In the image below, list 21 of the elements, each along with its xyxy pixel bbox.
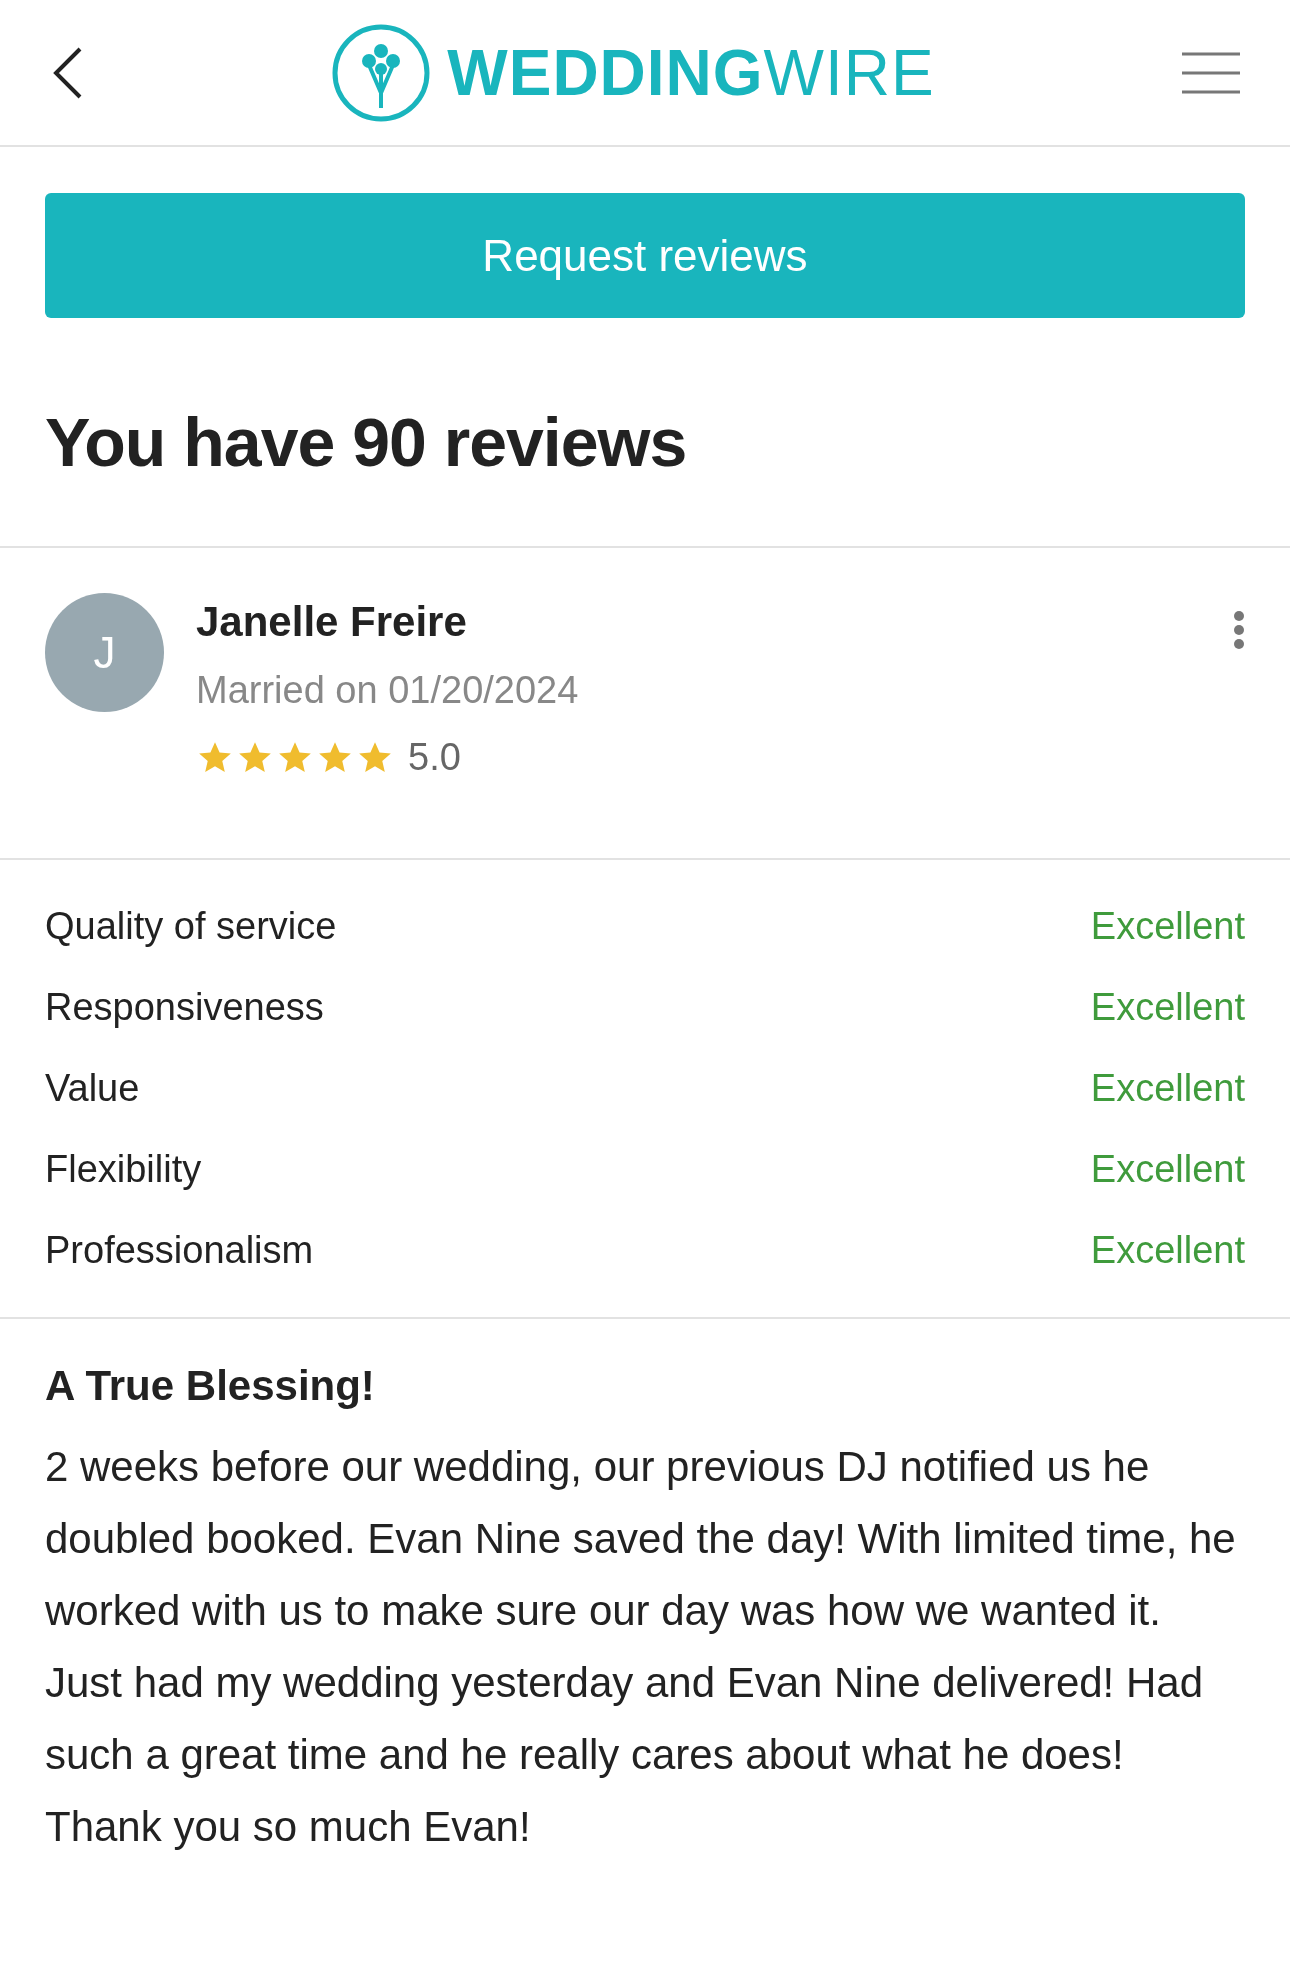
rating-grade: Excellent bbox=[1090, 985, 1245, 1030]
bouquet-logo-icon bbox=[331, 22, 432, 123]
reviewer-name: Janelle Freire bbox=[196, 597, 468, 647]
reviews-count-heading: You have 90 reviews bbox=[45, 403, 687, 482]
rating-grade: Excellent bbox=[1090, 1147, 1245, 1192]
request-reviews-button[interactable]: Request reviews bbox=[45, 193, 1245, 318]
rating-grade: Excellent bbox=[1090, 1228, 1245, 1273]
married-date: Married on 01/20/2024 bbox=[196, 668, 579, 713]
rating-grade: Excellent bbox=[1090, 904, 1245, 949]
more-options-icon[interactable] bbox=[1233, 610, 1245, 650]
rating-category: Quality of service bbox=[45, 904, 337, 949]
review-title: A True Blessing! bbox=[45, 1361, 376, 1411]
logo-wordmark: WEDDINGWIRE bbox=[447, 35, 935, 111]
rating-value: 5.0 bbox=[408, 735, 461, 780]
rating-category: Flexibility bbox=[45, 1147, 202, 1192]
rating-category: Value bbox=[45, 1066, 140, 1111]
review-text: 2 weeks before our wedding, our previous DJ notified us he doubled booked. Evan Nine saved the day! With limited time, he worked with us to make sure our day was how we wanted it. Just had my wedding yesterday and Evan Nine delivered! Had such a great time and he really cares about what he does! Thank you so much Evan! bbox=[45, 1442, 1237, 1852]
rating-grade: Excellent bbox=[1090, 1066, 1245, 1111]
rating-category: Professionalism bbox=[45, 1228, 314, 1273]
rating-category: Responsiveness bbox=[45, 985, 324, 1030]
avatar: J bbox=[45, 593, 164, 712]
